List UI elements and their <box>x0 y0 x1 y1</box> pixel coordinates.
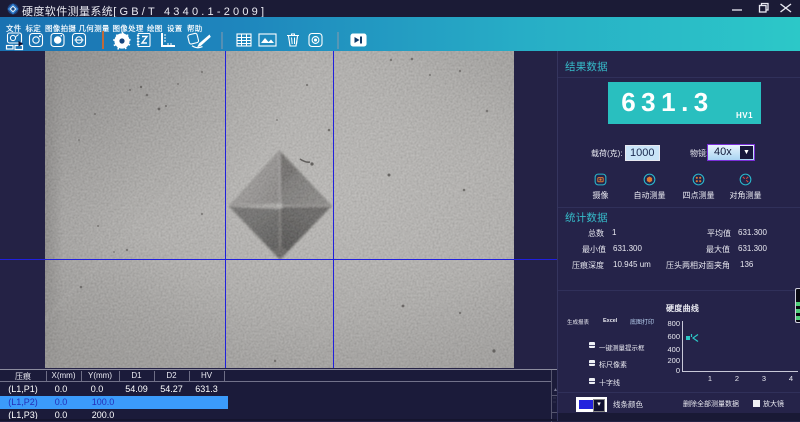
svg-text:800: 800 <box>667 319 680 328</box>
svg-text:600: 600 <box>667 332 680 341</box>
svg-text:2: 2 <box>735 374 739 383</box>
svg-text:1: 1 <box>708 374 712 383</box>
svg-text:0: 0 <box>676 366 680 375</box>
svg-text:3: 3 <box>762 374 766 383</box>
svg-text:4: 4 <box>789 374 793 383</box>
svg-text:400: 400 <box>667 345 680 354</box>
svg-text:200: 200 <box>667 356 680 365</box>
